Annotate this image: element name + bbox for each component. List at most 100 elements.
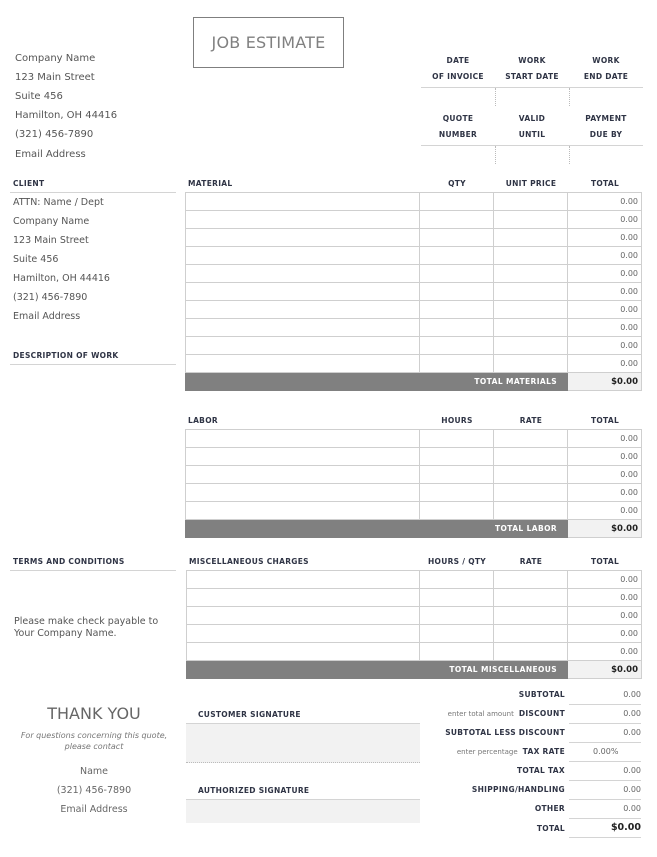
label-line: WORK — [592, 56, 620, 65]
labor-cell[interactable] — [184, 429, 421, 448]
material-cell[interactable] — [184, 354, 421, 373]
qty-cell[interactable] — [419, 210, 495, 229]
terms-line-1[interactable]: Please make check payable to — [14, 616, 158, 627]
rate-cell[interactable] — [493, 570, 569, 589]
date-of-invoice-input[interactable] — [421, 88, 495, 106]
unit-price-cell[interactable] — [493, 264, 569, 283]
rate-cell[interactable] — [493, 606, 569, 625]
client-city[interactable]: Hamilton, OH 44416 — [13, 273, 110, 284]
company-suite[interactable]: Suite 456 — [15, 91, 63, 102]
hours-cell[interactable] — [419, 429, 495, 448]
work-end-date-input[interactable] — [569, 88, 643, 106]
hours-cell[interactable] — [419, 483, 495, 502]
description-of-work-input[interactable] — [10, 367, 176, 537]
material-cell[interactable] — [184, 318, 421, 337]
qty-cell[interactable] — [419, 192, 495, 211]
material-cell[interactable] — [184, 336, 421, 355]
rate-cell[interactable] — [493, 588, 569, 607]
qty-cell[interactable] — [419, 264, 495, 283]
valid-until-input[interactable] — [495, 146, 569, 164]
qty-cell[interactable] — [419, 282, 495, 301]
unit-price-cell[interactable] — [493, 246, 569, 265]
discount-input[interactable]: 0.00 — [569, 706, 641, 724]
client-attn[interactable]: ATTN: Name / Dept — [13, 197, 104, 208]
tax-rate-input[interactable]: 0.00% — [569, 744, 641, 762]
qty-cell[interactable] — [419, 228, 495, 247]
unit-price-cell[interactable] — [493, 336, 569, 355]
quote-number-input[interactable] — [421, 146, 495, 164]
material-cell[interactable] — [184, 264, 421, 283]
contact-name[interactable]: Name — [10, 766, 178, 777]
unit-price-cell[interactable] — [493, 228, 569, 247]
unit-price-cell[interactable] — [493, 318, 569, 337]
misc-charge-cell[interactable] — [185, 588, 421, 607]
rate-cell[interactable] — [493, 465, 569, 484]
company-city[interactable]: Hamilton, OH 44416 — [15, 110, 117, 121]
label-line: UNTIL — [518, 130, 546, 139]
line-total-cell: 0.00 — [567, 501, 642, 520]
misc-charge-cell[interactable] — [185, 642, 421, 661]
terms-line-2[interactable]: Your Company Name. — [14, 628, 117, 639]
misc-charge-cell[interactable] — [185, 606, 421, 625]
contact-email[interactable]: Email Address — [10, 804, 178, 815]
client-suite[interactable]: Suite 456 — [13, 254, 58, 265]
material-cell[interactable] — [184, 300, 421, 319]
client-street[interactable]: 123 Main Street — [13, 235, 89, 246]
payment-due-by-input[interactable] — [569, 146, 643, 164]
labor-cell[interactable] — [184, 501, 421, 520]
other-input[interactable]: 0.00 — [569, 801, 641, 819]
misc-charge-cell[interactable] — [185, 570, 421, 589]
client-company[interactable]: Company Name — [13, 216, 89, 227]
company-phone[interactable]: (321) 456-7890 — [15, 129, 93, 140]
unit-price-cell[interactable] — [493, 192, 569, 211]
grand-total-value: $0.00 — [569, 820, 641, 838]
subtotal-less-discount-label: SUBTOTAL LESS DISCOUNT — [445, 728, 565, 737]
labor-cell[interactable] — [184, 447, 421, 466]
col-header-rate: RATE — [519, 557, 543, 566]
material-cell[interactable] — [184, 246, 421, 265]
rate-cell[interactable] — [493, 447, 569, 466]
material-cell[interactable] — [184, 192, 421, 211]
rate-cell[interactable] — [493, 624, 569, 643]
material-cell[interactable] — [184, 282, 421, 301]
hours-qty-cell[interactable] — [419, 642, 495, 661]
material-cell[interactable] — [184, 228, 421, 247]
rate-cell[interactable] — [493, 483, 569, 502]
hours-qty-cell[interactable] — [419, 606, 495, 625]
hours-cell[interactable] — [419, 465, 495, 484]
unit-price-cell[interactable] — [493, 354, 569, 373]
client-email[interactable]: Email Address — [13, 311, 80, 322]
authorized-signature-field[interactable] — [186, 800, 420, 823]
unit-price-cell[interactable] — [493, 210, 569, 229]
unit-price-cell[interactable] — [493, 282, 569, 301]
contact-phone[interactable]: (321) 456-7890 — [10, 785, 178, 796]
labor-cell[interactable] — [184, 465, 421, 484]
company-email[interactable]: Email Address — [15, 149, 86, 160]
work-start-date-input[interactable] — [495, 88, 569, 106]
company-name[interactable]: Company Name — [15, 53, 95, 64]
qty-cell[interactable] — [419, 246, 495, 265]
qty-cell[interactable] — [419, 300, 495, 319]
rate-cell[interactable] — [493, 501, 569, 520]
qty-cell[interactable] — [419, 336, 495, 355]
qty-cell[interactable] — [419, 318, 495, 337]
unit-price-cell[interactable] — [493, 300, 569, 319]
col-header-unit-price: UNIT PRICE — [505, 179, 557, 188]
shipping-input[interactable]: 0.00 — [569, 782, 641, 800]
customer-signature-field[interactable] — [186, 724, 420, 763]
hours-cell[interactable] — [419, 447, 495, 466]
col-header-total: TOTAL — [590, 179, 620, 188]
discount-hint: enter total amount — [447, 710, 514, 718]
hours-qty-cell[interactable] — [419, 624, 495, 643]
misc-charge-cell[interactable] — [185, 624, 421, 643]
company-street[interactable]: 123 Main Street — [15, 72, 95, 83]
hours-cell[interactable] — [419, 501, 495, 520]
material-cell[interactable] — [184, 210, 421, 229]
hours-qty-cell[interactable] — [419, 570, 495, 589]
qty-cell[interactable] — [419, 354, 495, 373]
client-phone[interactable]: (321) 456-7890 — [13, 292, 87, 303]
rate-cell[interactable] — [493, 429, 569, 448]
labor-cell[interactable] — [184, 483, 421, 502]
hours-qty-cell[interactable] — [419, 588, 495, 607]
rate-cell[interactable] — [493, 642, 569, 661]
